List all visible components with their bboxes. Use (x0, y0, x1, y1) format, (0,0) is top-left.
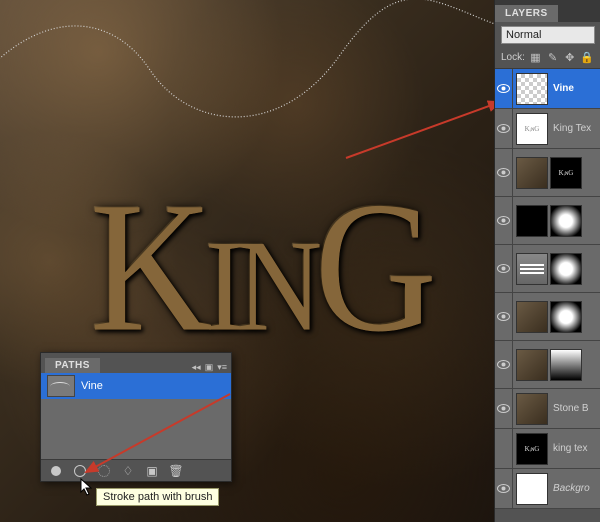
layer-thumbnail (516, 473, 548, 505)
layer-thumbnail: KᵢɴG (516, 433, 548, 465)
visibility-eye-icon[interactable] (497, 84, 510, 93)
layer-row-stone-b[interactable]: Stone B (495, 389, 600, 429)
paths-panel[interactable]: PATHS ◂◂ ▣ ▾≡ Vine ♢ ▣ 🗑 (40, 352, 232, 482)
visibility-eye-icon[interactable] (497, 168, 510, 177)
fill-path-button[interactable] (49, 464, 63, 478)
layer-thumbnail (516, 73, 548, 105)
layer-thumbnail (516, 349, 548, 381)
layer-thumbnail (516, 301, 548, 333)
paths-list[interactable]: Vine (41, 373, 231, 459)
layer-row-adjustment-1[interactable] (495, 197, 600, 245)
layer-row-texture-3[interactable] (495, 341, 600, 389)
lock-all-icon[interactable]: 🔒 (580, 50, 594, 64)
layer-mask-thumbnail (550, 205, 582, 237)
lock-transparency-icon[interactable]: ▦ (529, 50, 542, 64)
layer-name-label: Backgro (551, 483, 590, 494)
layer-row-texture-2[interactable] (495, 293, 600, 341)
path-item-label: Vine (81, 380, 103, 392)
panel-close-icon[interactable]: ▣ (205, 362, 214, 373)
tooltip: Stroke path with brush (96, 488, 219, 506)
layer-row-king-tex-lower[interactable]: KᵢɴG king tex (495, 429, 600, 469)
paths-panel-footer: ♢ ▣ 🗑 (41, 459, 231, 481)
layer-name-label: Vine (551, 83, 574, 94)
layer-row-vine[interactable]: Vine (495, 69, 600, 109)
king-artwork-text: KinG (90, 160, 429, 375)
layers-list[interactable]: Vine KᵢɴG King Tex KᵢɴG (495, 69, 600, 509)
visibility-eye-icon[interactable] (497, 264, 510, 273)
layers-panel[interactable]: LAYERS Normal Lock: ▦ ✎ ✥ 🔒 Vine KᵢɴG Ki… (494, 0, 600, 522)
layer-mask-thumbnail (550, 301, 582, 333)
layer-name-label: king tex (551, 443, 587, 454)
layer-name-label: King Tex (551, 123, 591, 134)
layer-thumbnail (516, 253, 548, 285)
blend-mode-value: Normal (506, 29, 541, 41)
layers-panel-header: LAYERS (495, 0, 600, 22)
layer-name-label: Stone B (551, 403, 589, 414)
visibility-eye-icon[interactable] (497, 360, 510, 369)
panel-collapse-icon[interactable]: ◂◂ (192, 362, 201, 373)
blend-mode-select[interactable]: Normal (501, 26, 595, 44)
new-path-button[interactable]: ▣ (145, 464, 159, 478)
layer-thumbnail (516, 393, 548, 425)
visibility-eye-icon[interactable] (497, 312, 510, 321)
make-work-path-button[interactable]: ♢ (121, 464, 135, 478)
layers-controls: Normal Lock: ▦ ✎ ✥ 🔒 (495, 22, 600, 69)
layers-tab[interactable]: LAYERS (495, 5, 558, 22)
layer-thumbnail (516, 157, 548, 189)
layer-row-background[interactable]: Backgro (495, 469, 600, 509)
path-thumbnail (47, 375, 75, 397)
layer-mask-thumbnail: KᵢɴG (550, 157, 582, 189)
visibility-eye-icon[interactable] (497, 216, 510, 225)
path-item-vine[interactable]: Vine (41, 373, 231, 399)
visibility-eye-icon[interactable] (497, 124, 510, 133)
lock-label: Lock: (501, 52, 525, 63)
paths-tab[interactable]: PATHS (45, 358, 100, 373)
paths-panel-header: PATHS ◂◂ ▣ ▾≡ (41, 353, 231, 373)
layer-row-adjustment-2[interactable] (495, 245, 600, 293)
layer-row-texture-1[interactable]: KᵢɴG (495, 149, 600, 197)
visibility-eye-icon[interactable] (497, 404, 510, 413)
panel-menu-icon[interactable]: ▾≡ (217, 362, 227, 373)
layer-thumbnail (516, 205, 548, 237)
stroke-path-button[interactable] (73, 464, 87, 478)
lock-position-icon[interactable]: ✥ (563, 50, 576, 64)
delete-path-button[interactable]: 🗑 (169, 464, 183, 478)
layer-mask-thumbnail (550, 253, 582, 285)
layer-mask-thumbnail (550, 349, 582, 381)
lock-pixels-icon[interactable]: ✎ (546, 50, 559, 64)
layer-row-king-tex[interactable]: KᵢɴG King Tex (495, 109, 600, 149)
mouse-cursor-icon (80, 478, 94, 496)
layer-thumbnail: KᵢɴG (516, 113, 548, 145)
visibility-eye-icon[interactable] (497, 484, 510, 493)
path-to-selection-button[interactable] (97, 464, 111, 478)
